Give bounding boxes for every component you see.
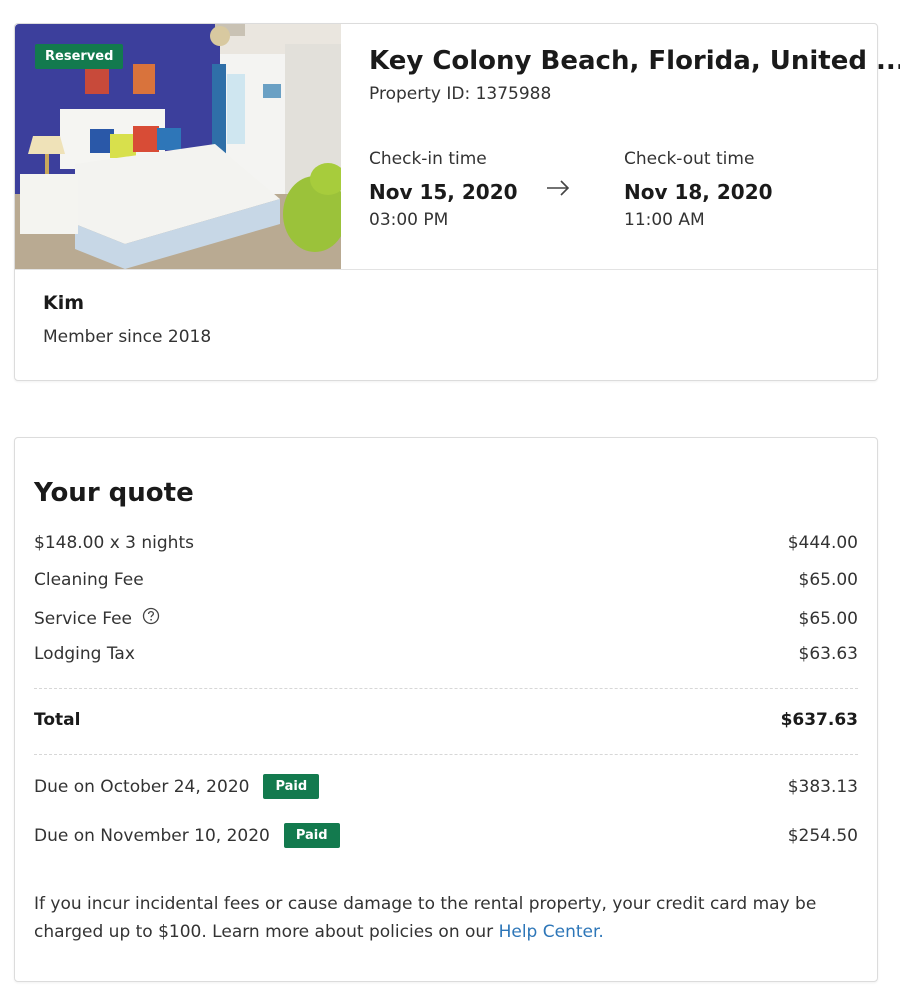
payment-label-wrap: Due on November 10, 2020 Paid [34, 823, 340, 848]
line-amount: $65.00 [798, 608, 858, 629]
payment-amount: $254.50 [787, 825, 858, 846]
quote-line-service: Service Fee $65.00 [34, 607, 858, 630]
help-center-link[interactable]: Help Center. [499, 922, 604, 942]
dashed-divider [34, 688, 858, 689]
guest-member-since: Member since 2018 [43, 327, 212, 347]
checkin-time: 03:00 PM [369, 210, 449, 230]
line-label: Cleaning Fee [34, 570, 144, 590]
payment-label-wrap: Due on October 24, 2020 Paid [34, 774, 320, 799]
question-circle-icon[interactable] [142, 607, 160, 630]
quote-line-tax: Lodging Tax $63.63 [34, 644, 858, 664]
payment-row: Due on October 24, 2020 Paid $383.13 [34, 774, 858, 799]
line-amount: $65.00 [798, 570, 858, 590]
quote-total: Total $637.63 [34, 710, 858, 730]
reserved-badge: Reserved [35, 44, 124, 69]
payment-label: Due on October 24, 2020 [34, 776, 250, 797]
quote-line-cleaning: Cleaning Fee $65.00 [34, 570, 858, 590]
dashed-divider [34, 754, 858, 755]
checkin-label: Check-in time [369, 149, 487, 169]
paid-badge: Paid [263, 774, 320, 799]
line-label: $148.00 x 3 nights [34, 533, 194, 553]
card-divider [15, 269, 877, 270]
checkout-date: Nov 18, 2020 [624, 180, 773, 204]
payment-label: Due on November 10, 2020 [34, 825, 270, 846]
booking-card: Reserved Key Colony Beach, Florida, Unit… [14, 23, 900, 381]
checkin-date: Nov 15, 2020 [369, 180, 518, 204]
total-amount: $637.63 [780, 710, 858, 730]
property-id: Property ID: 1375988 [369, 84, 552, 104]
paid-badge: Paid [283, 823, 340, 848]
line-amount: $444.00 [787, 533, 858, 553]
property-photo[interactable]: Reserved [15, 24, 341, 269]
line-amount: $63.63 [798, 644, 858, 664]
line-label: Service Fee [34, 608, 132, 629]
policy-text: If you incur incidental fees or cause da… [34, 894, 817, 942]
guest-name: Kim [43, 292, 85, 314]
quote-title: Your quote [34, 478, 194, 508]
quote-line-nights: $148.00 x 3 nights $444.00 [34, 533, 858, 553]
checkout-label: Check-out time [624, 149, 755, 169]
line-label-wrap: Service Fee [34, 607, 160, 630]
property-title[interactable]: Key Colony Beach, Florida, United ... [369, 46, 900, 76]
line-label: Lodging Tax [34, 644, 135, 664]
payment-amount: $383.13 [787, 776, 858, 797]
payment-row: Due on November 10, 2020 Paid $254.50 [34, 823, 858, 848]
quote-card: Your quote $148.00 x 3 nights $444.00 Cl… [14, 437, 878, 982]
total-label: Total [34, 710, 81, 730]
arrow-right-icon [545, 178, 571, 202]
damage-policy-text: If you incur incidental fees or cause da… [34, 890, 858, 946]
checkout-time: 11:00 AM [624, 210, 705, 230]
